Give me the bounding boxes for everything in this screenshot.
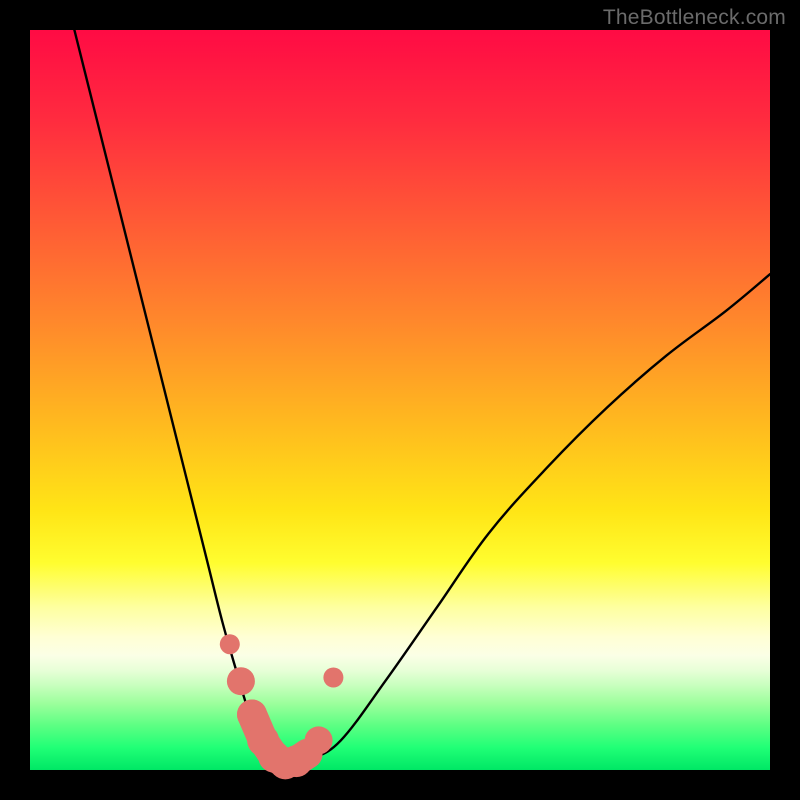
marker-point xyxy=(323,668,343,688)
chart-frame: TheBottleneck.com xyxy=(0,0,800,800)
bottleneck-curve xyxy=(74,30,770,764)
watermark-text: TheBottleneck.com xyxy=(603,6,786,30)
marker-point xyxy=(305,726,333,754)
marker-point xyxy=(227,667,255,695)
highlight-markers xyxy=(220,634,344,779)
marker-point xyxy=(220,634,240,654)
chart-svg xyxy=(30,30,770,770)
plot-area xyxy=(30,30,770,770)
